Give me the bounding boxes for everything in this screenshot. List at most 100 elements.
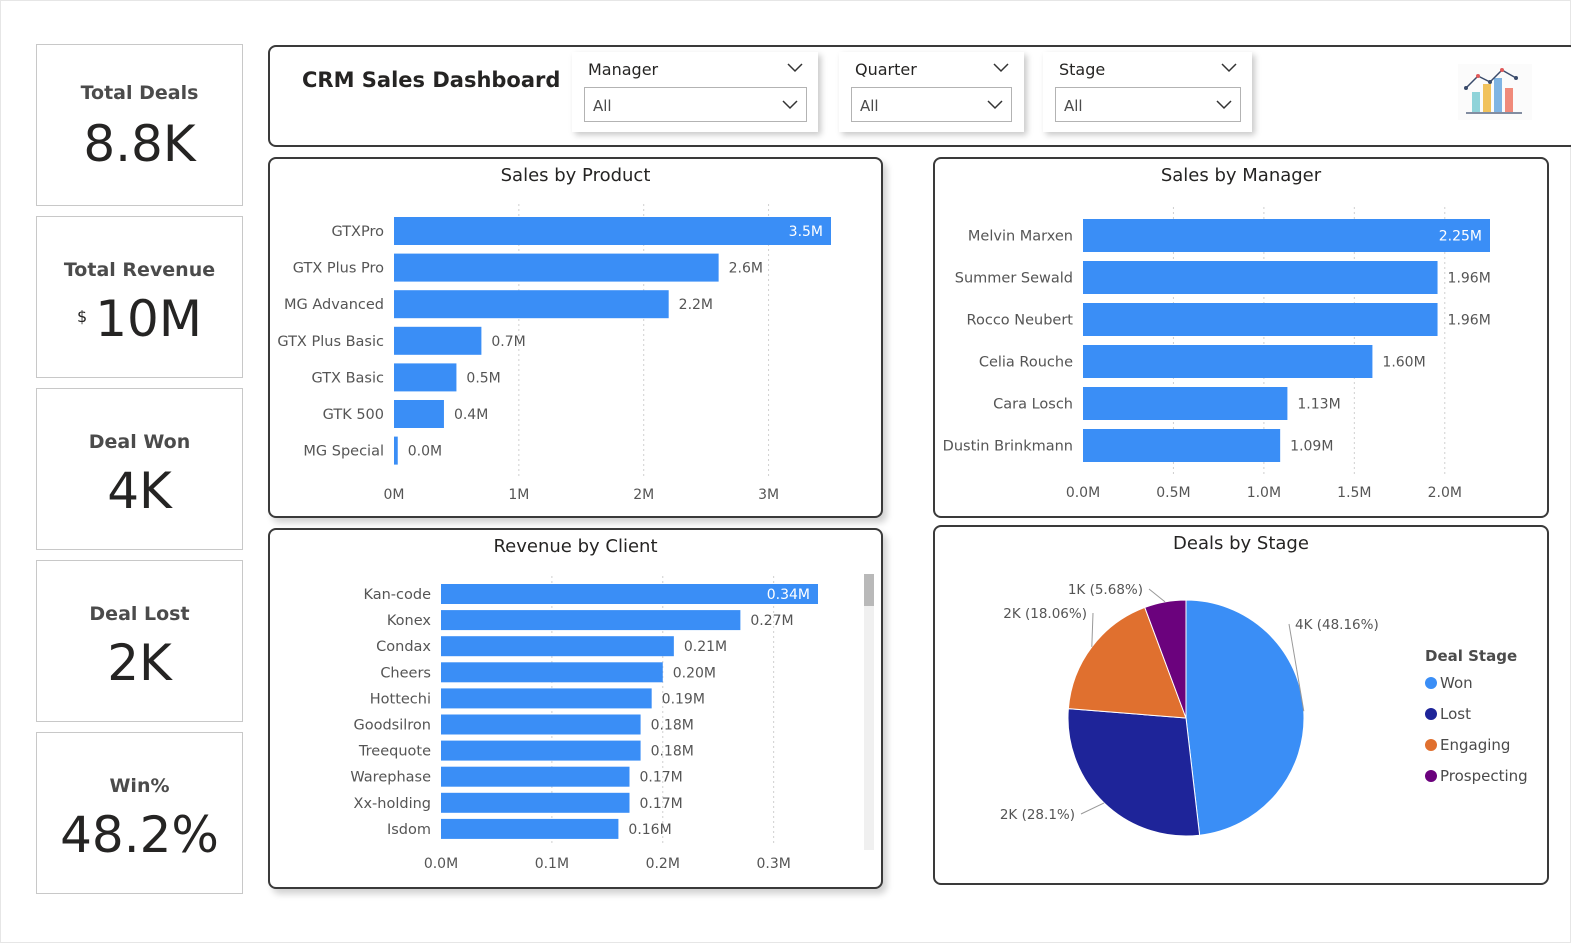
data-label: 1.60M <box>1382 355 1425 371</box>
data-label: 2K (28.1%) <box>1000 807 1075 823</box>
kpi-value: 2K <box>107 634 172 692</box>
data-label: 0.27M <box>750 613 793 629</box>
sales-by-product-panel: Sales by Product 0M 1M 2M 3M GTXPro 3.5M GTX P… <box>268 157 883 518</box>
category-label: Cheers <box>380 665 431 681</box>
x-tick-label: 1.0M <box>1247 485 1281 501</box>
kpi-value-number: 10M <box>95 290 202 348</box>
bar <box>1083 345 1373 378</box>
manager-dropdown[interactable]: All <box>584 87 807 122</box>
kpi-value: $10M <box>37 290 242 348</box>
bar <box>441 766 630 787</box>
leader-line <box>1080 802 1105 815</box>
data-label: 2.25M <box>1439 229 1482 245</box>
kpi-label: Total Revenue <box>63 259 216 281</box>
data-label: 3.5M <box>789 224 823 240</box>
data-label: 0.18M <box>651 744 694 760</box>
kpi-deal-lost: Deal Lost 2K <box>36 560 243 722</box>
chevron-down-icon <box>782 100 798 110</box>
bar <box>1083 219 1490 252</box>
quarter-slicer-label: Quarter <box>855 60 917 79</box>
stage-slicer-label: Stage <box>1059 60 1106 79</box>
page-title: CRM Sales Dashboard <box>302 68 561 92</box>
chevron-down-icon[interactable] <box>993 63 1009 73</box>
data-label: 1.96M <box>1448 313 1491 329</box>
kpi-label: Deal Won <box>88 431 191 453</box>
legend-item[interactable]: Engaging <box>1425 736 1510 754</box>
revenue-by-client-panel: Revenue by Client 0.0M 0.1M 0.2M 0.3M Kan-co… <box>268 528 883 889</box>
quarter-dropdown[interactable]: All <box>851 87 1012 122</box>
bar <box>441 792 630 813</box>
scrollbar-thumb[interactable] <box>864 574 874 606</box>
manager-dropdown-value: All <box>593 97 612 115</box>
pie-slice <box>1185 599 1305 836</box>
category-label: GTK 500 <box>323 407 384 423</box>
scrollbar-track[interactable] <box>864 574 874 850</box>
category-label: Condax <box>376 639 431 655</box>
leader-line <box>1148 588 1166 603</box>
x-tick-label: 0.5M <box>1156 485 1190 501</box>
data-label: 1K (5.68%) <box>1068 582 1143 598</box>
legend-swatch <box>1425 739 1437 751</box>
legend-item[interactable]: Prospecting <box>1425 767 1528 785</box>
category-label: Konex <box>387 613 432 629</box>
bar <box>394 326 482 355</box>
x-tick-label: 0.2M <box>646 856 680 872</box>
bar <box>394 290 669 319</box>
legend-item[interactable]: Lost <box>1425 705 1471 723</box>
pie-slice <box>1067 708 1201 837</box>
kpi-total-revenue: Total Revenue $10M <box>36 216 243 378</box>
chevron-down-icon <box>987 100 1003 110</box>
x-tick-label: 0.0M <box>1066 485 1100 501</box>
bar <box>1083 429 1281 462</box>
data-label: 2.2M <box>679 297 713 313</box>
manager-slicer[interactable]: Manager All <box>572 52 818 132</box>
kpi-value: 4K <box>107 462 172 520</box>
x-tick-label: 2M <box>633 487 654 503</box>
kpi-label: Win% <box>109 775 170 797</box>
category-label: Xx-holding <box>354 796 431 812</box>
bar <box>441 740 641 761</box>
category-label: Warephase <box>350 770 431 786</box>
data-label: 0.18M <box>651 718 694 734</box>
quarter-slicer[interactable]: Quarter All <box>839 52 1024 132</box>
legend-label: Lost <box>1440 705 1471 723</box>
category-label: GTX Basic <box>311 370 384 386</box>
kpi-deal-won: Deal Won 4K <box>36 388 243 550</box>
legend-swatch <box>1425 677 1437 689</box>
stage-dropdown[interactable]: All <box>1055 87 1241 122</box>
legend-label: Engaging <box>1440 736 1511 754</box>
category-label: Melvin Marxen <box>968 229 1073 245</box>
data-label: 0.7M <box>491 334 525 350</box>
category-label: Cara Losch <box>993 397 1073 413</box>
category-label: Summer Sewald <box>955 271 1073 287</box>
category-label: Hottechi <box>370 691 431 707</box>
data-label: 1.96M <box>1448 271 1491 287</box>
legend-swatch <box>1425 708 1437 720</box>
category-label: GTXPro <box>331 224 384 240</box>
chevron-down-icon[interactable] <box>787 63 803 73</box>
x-tick-label: 0M <box>384 487 405 503</box>
legend-item[interactable]: Won <box>1425 674 1473 692</box>
category-label: GTX Plus Pro <box>293 261 384 277</box>
category-label: Rocco Neubert <box>967 313 1074 329</box>
legend-label: Prospecting <box>1440 767 1528 785</box>
bar <box>394 217 831 245</box>
category-label: Dustin Brinkmann <box>943 439 1073 455</box>
chevron-down-icon <box>1216 100 1232 110</box>
legend-title: Deal Stage <box>1425 647 1518 665</box>
data-label: 0.4M <box>454 407 488 423</box>
x-tick-label: 1.5M <box>1337 485 1371 501</box>
data-label: 0.17M <box>640 770 683 786</box>
kpi-value: 8.8K <box>83 115 196 173</box>
kpi-win-percent: Win% 48.2% <box>36 732 243 894</box>
stage-slicer[interactable]: Stage All <box>1043 52 1252 132</box>
data-label: 0.21M <box>684 639 727 655</box>
x-tick-label: 2.0M <box>1428 485 1462 501</box>
stage-dropdown-value: All <box>1064 97 1083 115</box>
bar <box>441 818 619 839</box>
deals-by-stage-panel: Deals by Stage 4K (48.16%) 2K (28.1%) 2K (… <box>933 525 1549 885</box>
bar <box>394 400 444 428</box>
quarter-dropdown-value: All <box>860 97 879 115</box>
chevron-down-icon[interactable] <box>1221 63 1237 73</box>
x-tick-label: 0.1M <box>535 856 569 872</box>
